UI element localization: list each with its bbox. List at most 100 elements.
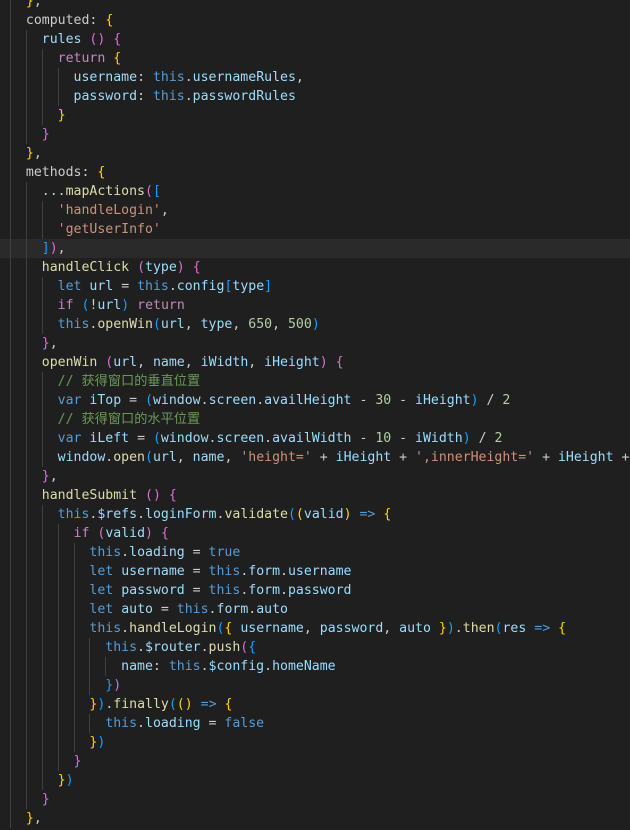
- code-token: password: [319, 621, 384, 636]
- code-line[interactable]: rules () {: [0, 30, 630, 49]
- code-token: ,: [248, 355, 265, 370]
- code-token: computed: [25, 13, 90, 28]
- code-line[interactable]: this.$refs.loginForm.validate((valid) =>…: [0, 505, 630, 524]
- code-line[interactable]: this.loading = false: [0, 714, 630, 733]
- code-line[interactable]: openWin (url, name, iWidth, iHeight) {: [0, 353, 630, 372]
- code-line[interactable]: ]),: [0, 239, 630, 258]
- code-line[interactable]: username: this.usernameRules,: [0, 68, 630, 87]
- code-token: iTop: [89, 393, 122, 408]
- code-line[interactable]: },: [0, 334, 630, 353]
- code-token: config: [176, 279, 225, 294]
- code-token: auto: [399, 621, 431, 636]
- code-line[interactable]: if (!url) return: [0, 296, 630, 315]
- code-token: .: [184, 70, 193, 85]
- code-line[interactable]: 'getUserInfo': [0, 220, 630, 239]
- code-line[interactable]: }: [0, 106, 630, 125]
- code-line[interactable]: },: [0, 0, 630, 11]
- code-text: },: [0, 334, 58, 353]
- code-token: ): [176, 260, 185, 275]
- code-token: :: [89, 13, 106, 28]
- code-token: username: [121, 564, 185, 579]
- code-line[interactable]: }: [0, 752, 630, 771]
- code-token: =: [129, 431, 153, 446]
- code-line[interactable]: }).finally(() => {: [0, 695, 630, 714]
- code-token: ,: [176, 450, 193, 465]
- code-token: screen: [216, 431, 265, 446]
- code-line[interactable]: // 获得窗口的水平位置: [0, 410, 630, 429]
- code-line[interactable]: if (valid) {: [0, 524, 630, 543]
- code-token: {: [97, 165, 106, 180]
- code-line[interactable]: },: [0, 809, 630, 828]
- code-token: password: [73, 89, 138, 104]
- code-line[interactable]: },: [0, 467, 630, 486]
- code-line[interactable]: let username = this.form.username: [0, 562, 630, 581]
- code-line[interactable]: // 获得窗口的垂直位置: [0, 372, 630, 391]
- code-line[interactable]: this.$router.push({: [0, 638, 630, 657]
- code-token: {: [168, 488, 177, 503]
- code-token: form: [216, 602, 249, 617]
- code-token: loading: [145, 716, 201, 731]
- code-line[interactable]: name: this.$config.homeName: [0, 657, 630, 676]
- code-token: ...: [41, 184, 66, 199]
- code-text: ...mapActions([: [0, 182, 161, 201]
- code-line[interactable]: this.loading = true: [0, 543, 630, 562]
- code-line[interactable]: var iTop = (window.screen.availHeight - …: [0, 391, 630, 410]
- code-text: let username = this.form.username: [0, 562, 351, 581]
- code-token: this: [89, 621, 122, 636]
- code-line[interactable]: let url = this.config[type]: [0, 277, 630, 296]
- code-line[interactable]: methods: {: [0, 163, 630, 182]
- code-line[interactable]: }: [0, 790, 630, 809]
- code-line[interactable]: handleClick (type) {: [0, 258, 630, 277]
- code-line[interactable]: let password = this.form.password: [0, 581, 630, 600]
- code-text: },: [0, 144, 42, 163]
- code-line[interactable]: }): [0, 771, 630, 790]
- code-token: url: [160, 317, 185, 332]
- code-token: type: [232, 279, 265, 294]
- code-token: form: [248, 564, 281, 579]
- code-editor[interactable]: }, computed: { rules () { return { usern…: [0, 0, 630, 830]
- code-line[interactable]: 'handleLogin',: [0, 201, 630, 220]
- code-token: {: [224, 697, 233, 712]
- code-token: $config: [208, 659, 265, 674]
- code-token: url: [97, 298, 122, 313]
- code-token: ,: [49, 469, 58, 484]
- code-line[interactable]: }): [0, 733, 630, 752]
- code-line[interactable]: this.openWin(url, type, 650, 500): [0, 315, 630, 334]
- code-line[interactable]: var iLeft = (window.screen.availWidth - …: [0, 429, 630, 448]
- code-token: .: [121, 545, 130, 560]
- code-line[interactable]: },: [0, 144, 630, 163]
- code-line[interactable]: let auto = this.form.auto: [0, 600, 630, 619]
- code-line[interactable]: computed: {: [0, 11, 630, 30]
- code-token: {: [383, 507, 392, 522]
- code-token: (: [168, 697, 177, 712]
- code-token: 'getUserInfo': [57, 222, 161, 237]
- code-token: password: [287, 583, 352, 598]
- code-line[interactable]: handleSubmit () {: [0, 486, 630, 505]
- code-token: auto: [121, 602, 153, 617]
- code-line[interactable]: this.handleLogin({ username, password, a…: [0, 619, 630, 638]
- code-token: ]: [264, 279, 273, 294]
- code-line[interactable]: return {: [0, 49, 630, 68]
- code-line[interactable]: password: this.passwordRules: [0, 87, 630, 106]
- code-line[interactable]: ...mapActions([: [0, 182, 630, 201]
- code-line[interactable]: window.open(url, name, 'height=' + iHeig…: [0, 448, 630, 467]
- code-token: let: [89, 564, 114, 579]
- code-line[interactable]: }: [0, 125, 630, 144]
- code-token: ,: [272, 317, 288, 332]
- code-token: this: [152, 89, 185, 104]
- code-token: (: [295, 507, 304, 522]
- code-token: 650: [248, 317, 273, 332]
- code-token: openWin: [97, 317, 153, 332]
- code-token: -: [391, 393, 416, 408]
- code-line[interactable]: }): [0, 676, 630, 695]
- code-text: this.handleLogin({ username, password, a…: [0, 619, 566, 638]
- code-token: 500: [287, 317, 312, 332]
